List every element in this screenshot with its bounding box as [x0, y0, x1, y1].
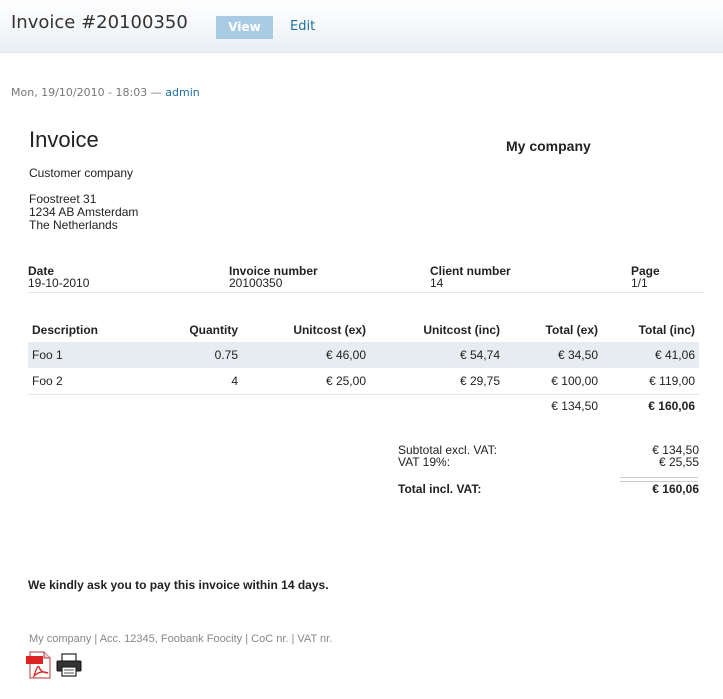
tab-view[interactable]: View [216, 16, 273, 39]
submitted-info: Mon, 19/10/2010 - 18:03 — admin [11, 86, 200, 99]
col-quantity: Quantity [189, 323, 238, 337]
printer-icon[interactable] [56, 653, 82, 681]
meta-client-number: Client number 14 [430, 265, 511, 289]
cell-unitcost-inc: € 54,74 [370, 342, 504, 368]
empty-cell [370, 395, 504, 418]
cell-description: Foo 1 [28, 342, 134, 368]
invoice-footer: My company | Acc. 12345, Foobank Foocity… [29, 633, 333, 645]
cell-unitcost-inc: € 29,75 [370, 368, 504, 395]
table-row: Foo 1 0.75 € 46,00 € 54,74 € 34,50 € 41,… [28, 342, 699, 368]
meta-client-number-value: 14 [430, 276, 444, 290]
empty-cell [28, 395, 134, 418]
table-header-row: Description Quantity Unitcost (ex) Unitc… [28, 318, 699, 342]
invoice-heading: Invoice [29, 127, 99, 152]
cell-description: Foo 2 [28, 368, 134, 395]
sum-row: € 134,50 € 160,06 [28, 395, 699, 418]
cell-total-ex: € 100,00 [504, 368, 602, 395]
tab-edit[interactable]: Edit [290, 19, 315, 34]
col-unitcost-ex: Unitcost (ex) [293, 323, 366, 337]
cell-unitcost-ex: € 25,00 [242, 368, 370, 395]
col-total-inc: Total (inc) [638, 323, 695, 337]
invoice-items-table: Description Quantity Unitcost (ex) Unitc… [28, 318, 699, 417]
sum-total-ex: € 134,50 [551, 399, 598, 413]
empty-cell [242, 395, 370, 418]
meta-page: Page 1/1 [631, 265, 660, 289]
meta-date: Date 19-10-2010 [28, 265, 89, 289]
total-value: € 160,06 [652, 482, 699, 496]
customer-name: Customer company [29, 166, 134, 180]
cell-total-inc: € 41,06 [602, 342, 699, 368]
address-country: The Netherlands [29, 218, 118, 232]
meta-date-value: 19-10-2010 [28, 276, 90, 290]
col-total-ex: Total (ex) [545, 323, 598, 337]
cell-unitcost-ex: € 46,00 [242, 342, 370, 368]
cell-total-inc: € 119,00 [602, 368, 699, 395]
meta-page-value: 1/1 [631, 276, 648, 290]
page-header: Invoice #20100350 View Edit [0, 0, 723, 53]
divider [28, 292, 704, 293]
pdf-icon[interactable] [26, 651, 52, 683]
meta-invoice-number: Invoice number 20100350 [229, 265, 318, 289]
payment-note: We kindly ask you to pay this invoice wi… [28, 578, 329, 592]
table-row: Foo 2 4 € 25,00 € 29,75 € 100,00 € 119,0… [28, 368, 699, 395]
col-unitcost-inc: Unitcost (inc) [423, 323, 500, 337]
sum-total-inc: € 160,06 [648, 399, 695, 413]
page-title: Invoice #20100350 [11, 12, 188, 33]
company-name: My company [506, 138, 591, 154]
meta-invoice-number-value: 20100350 [229, 276, 283, 290]
customer-address: Foostreet 31 1234 AB Amsterdam The Nethe… [29, 193, 138, 232]
vat-label: VAT 19%: [398, 455, 451, 469]
empty-cell [134, 395, 242, 418]
submitted-date: Mon, 19/10/2010 - 18:03 — [11, 86, 162, 99]
col-description: Description [32, 323, 99, 337]
cell-quantity: 0.75 [134, 342, 242, 368]
cell-total-ex: € 34,50 [504, 342, 602, 368]
vat-value: € 25,55 [658, 455, 699, 469]
author-link[interactable]: admin [165, 86, 199, 99]
cell-quantity: 4 [134, 368, 242, 395]
total-label: Total incl. VAT: [398, 482, 482, 496]
